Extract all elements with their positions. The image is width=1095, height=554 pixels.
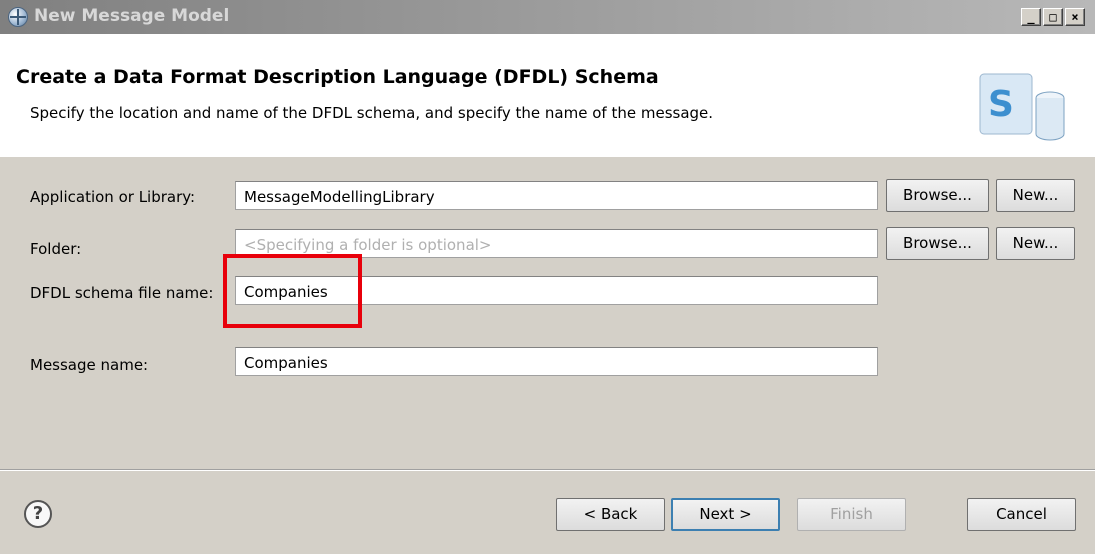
folder-browse-button[interactable]: Browse... (886, 227, 989, 260)
next-button[interactable]: Next > (671, 498, 780, 531)
application-browse-button[interactable]: Browse... (886, 179, 989, 212)
application-field[interactable]: MessageModellingLibrary (235, 181, 878, 210)
finish-button: Finish (797, 498, 906, 531)
close-button[interactable]: × (1065, 8, 1085, 26)
wizard-description: Specify the location and name of the DFD… (30, 104, 714, 122)
highlight-box (223, 254, 362, 328)
minimize-button[interactable]: _ (1021, 8, 1041, 26)
help-icon[interactable]: ? (24, 500, 52, 528)
folder-label: Folder: (30, 240, 82, 258)
svg-text:S: S (988, 84, 1014, 125)
maximize-button[interactable]: □ (1043, 8, 1063, 26)
schema-file-label: DFDL schema file name: (30, 284, 214, 302)
message-name-field[interactable]: Companies (235, 347, 878, 376)
application-label: Application or Library: (30, 188, 196, 206)
application-new-button[interactable]: New... (996, 179, 1075, 212)
folder-new-button[interactable]: New... (996, 227, 1075, 260)
globe-icon (8, 7, 28, 27)
wizard-title: Create a Data Format Description Languag… (16, 66, 659, 88)
wizard-header (0, 34, 1095, 157)
dfdl-schema-icon: S (979, 73, 1065, 141)
header-separator (0, 156, 1095, 157)
title-bar: New Message Model _ □ × (0, 0, 1095, 34)
footer-separator-highlight (0, 470, 1095, 471)
window-title: New Message Model (34, 6, 230, 26)
cancel-button[interactable]: Cancel (967, 498, 1076, 531)
message-name-label: Message name: (30, 356, 149, 374)
back-button[interactable]: < Back (556, 498, 665, 531)
